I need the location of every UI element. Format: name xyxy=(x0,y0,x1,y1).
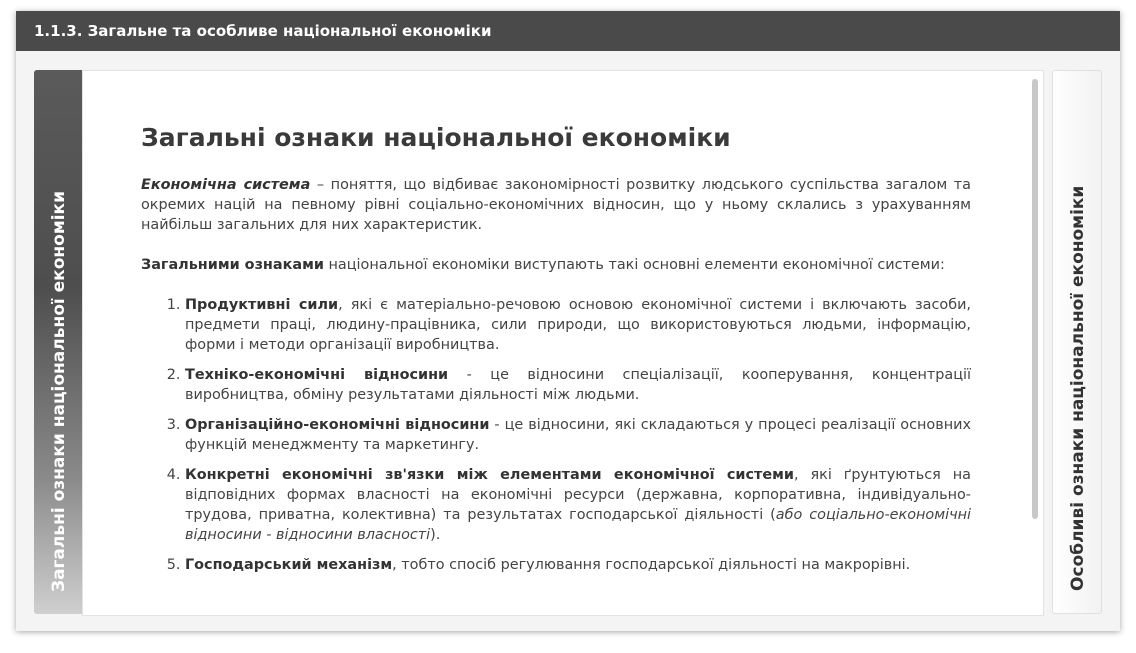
term-economic-system: Економічна система xyxy=(141,177,311,193)
list-item: Техніко-економічні відносини - це віднос… xyxy=(185,365,971,405)
tab-specific-features[interactable]: Особливі ознаки національної економіки xyxy=(1052,70,1102,614)
tab-general-features-label: Загальні ознаки національної економіки xyxy=(49,191,69,592)
list-item: Конкретні економічні зв'язки між елемент… xyxy=(185,465,971,545)
list-item: Організаційно-економічні відносини - це … xyxy=(185,415,971,455)
features-list: Продуктивні сили, які є матеріально-речо… xyxy=(141,295,971,575)
list-item-term: Організаційно-економічні відносини xyxy=(185,417,490,433)
window-title: 1.1.3. Загальне та особливе національної… xyxy=(34,22,492,40)
tab-general-features[interactable]: Загальні ознаки національної економіки xyxy=(34,70,84,614)
paragraph-general-features: Загальними ознаками національної економі… xyxy=(141,255,971,275)
list-item-tail: ). xyxy=(430,527,441,543)
title-bar: 1.1.3. Загальне та особливе національної… xyxy=(16,11,1120,51)
list-item: Продуктивні сили, які є матеріально-речо… xyxy=(185,295,971,355)
lesson-window: 1.1.3. Загальне та особливе національної… xyxy=(16,11,1120,631)
paragraph-economic-system: Економічна система – поняття, що відбива… xyxy=(141,175,971,235)
list-item-term: Продуктивні сили xyxy=(185,297,339,313)
article: Загальні ознаки національної економіки Е… xyxy=(141,121,971,585)
content-panel: Загальні ознаки національної економіки Е… xyxy=(82,70,1044,616)
paragraph-text: національної економіки виступають такі о… xyxy=(323,257,945,273)
list-item-term: Господарський механізм xyxy=(185,557,393,573)
scrollbar-thumb[interactable] xyxy=(1032,79,1038,519)
tab-specific-features-label: Особливі ознаки національної економіки xyxy=(1068,185,1088,591)
article-heading: Загальні ознаки національної економіки xyxy=(141,123,731,152)
list-item-text: , тобто спосіб регулювання господарської… xyxy=(392,557,911,573)
term-general-features: Загальними ознаками xyxy=(141,257,324,273)
list-item: Господарський механізм, тобто спосіб рег… xyxy=(185,555,971,575)
list-item-term: Конкретні економічні зв'язки між елемент… xyxy=(185,467,794,483)
list-item-term: Техніко-економічні відносини xyxy=(185,367,449,383)
